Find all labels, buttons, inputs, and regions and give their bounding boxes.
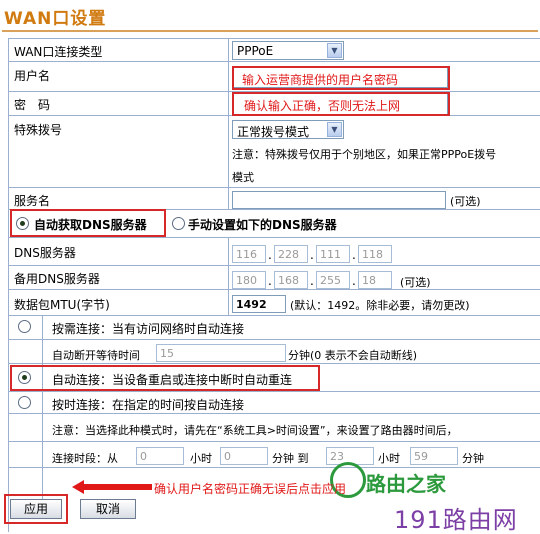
dns-secondary-octet-4[interactable]: 18 [358,271,392,289]
connect-period-label: 连接时段：从 [52,452,118,465]
dns-secondary-octet-3[interactable]: 255 [316,271,350,289]
idle-time-hint: 分钟(0 表示不会自动断线) [288,349,418,362]
special-dial-note: 注意：特殊拨号仅用于个别地区，如果正常PPPoE拨号 [232,148,497,161]
apply-annotation: 确认用户名密码正确无误后点击应用 [154,482,347,496]
wan-type-select[interactable]: PPPoE ▼ [232,41,344,60]
special-dial-label: 特殊拨号 [14,123,63,137]
dns-primary-octet-3[interactable]: 111 [316,245,350,263]
cancel-button[interactable]: 取消 [80,499,136,519]
octet-dot: . [268,274,272,288]
dns-manual-radio[interactable] [172,217,185,230]
dns-primary-label: DNS服务器 [14,246,76,260]
dns-secondary-octet-2[interactable]: 168 [274,271,308,289]
page-title: WAN口设置 [4,9,107,29]
octet-dot: . [310,248,314,262]
idle-time-label: 自动断开等待时间 [52,349,140,362]
wan-type-value: PPPoE [237,44,274,58]
from-min-input[interactable]: 0 [220,447,268,465]
dns-auto-radio[interactable] [16,217,29,230]
connect-on-demand-radio[interactable] [18,320,31,333]
apply-button[interactable]: 应用 [10,499,62,519]
dns-secondary-hint: (可选) [400,276,431,289]
dns-primary-octet-4[interactable]: 118 [358,245,392,263]
special-dial-value: 正常拨号模式 [237,125,310,139]
octet-dot: . [352,248,356,262]
service-name-input[interactable] [232,191,446,209]
connect-timed-label: 按时连接：在指定的时间按自动连接 [52,398,245,412]
dns-secondary-octet-1[interactable]: 180 [232,271,266,289]
dns-primary-octet-1[interactable]: 116 [232,245,266,263]
connect-timed-radio[interactable] [18,396,31,409]
octet-dot: . [268,248,272,262]
idle-time-input[interactable]: 15 [156,344,286,362]
octet-dot: . [352,274,356,288]
to-min-unit: 分钟 [462,452,484,465]
special-dial-note-cont: 模式 [232,171,254,184]
octet-dot: . [310,274,314,288]
dns-manual-label: 手动设置如下的DNS服务器 [188,218,337,232]
dns-secondary-label: 备用DNS服务器 [14,272,100,286]
username-annotation: 输入运营商提供的用户名密码 [242,73,399,87]
chevron-down-icon[interactable]: ▼ [327,122,342,137]
special-dial-select[interactable]: 正常拨号模式 ▼ [232,120,344,139]
from-hour-unit: 小时 [190,452,212,465]
to-min-input[interactable]: 59 [410,447,458,465]
watermark-logo-text: 路由之家 [366,472,446,496]
dns-primary-octet-2[interactable]: 228 [274,245,308,263]
mtu-input[interactable]: 1492 [232,295,286,313]
mtu-label: 数据包MTU(字节) [14,298,110,312]
from-min-unit: 分钟 到 [272,452,309,465]
wan-type-label: WAN口连接类型 [14,45,103,59]
password-label: 密 码 [14,98,51,112]
password-annotation: 确认输入正确，否则无法上网 [244,99,401,113]
service-name-hint: (可选) [450,195,481,208]
username-label: 用户名 [14,69,51,83]
connect-on-demand-label: 按需连接：当有访问网络时自动连接 [52,322,245,336]
title-divider [2,30,538,32]
connect-timed-note: 注意：当选择此种模式时，请先在“系统工具>时间设置”，来设置了路由器时间后， [52,424,458,437]
from-hour-input[interactable]: 0 [136,447,184,465]
connect-auto-label: 自动连接：当设备重启或连接中断时自动重连 [52,373,293,387]
connect-auto-radio[interactable] [18,371,31,384]
watermark-site-text: 191路由网 [394,506,518,534]
to-hour-unit: 小时 [378,452,400,465]
arrow-left-icon [72,480,152,494]
mtu-hint: (默认：1492。除非必要，请勿更改) [290,299,470,312]
chevron-down-icon[interactable]: ▼ [327,43,342,58]
dns-auto-label: 自动获取DNS服务器 [34,218,147,232]
service-name-label: 服务名 [14,194,51,208]
